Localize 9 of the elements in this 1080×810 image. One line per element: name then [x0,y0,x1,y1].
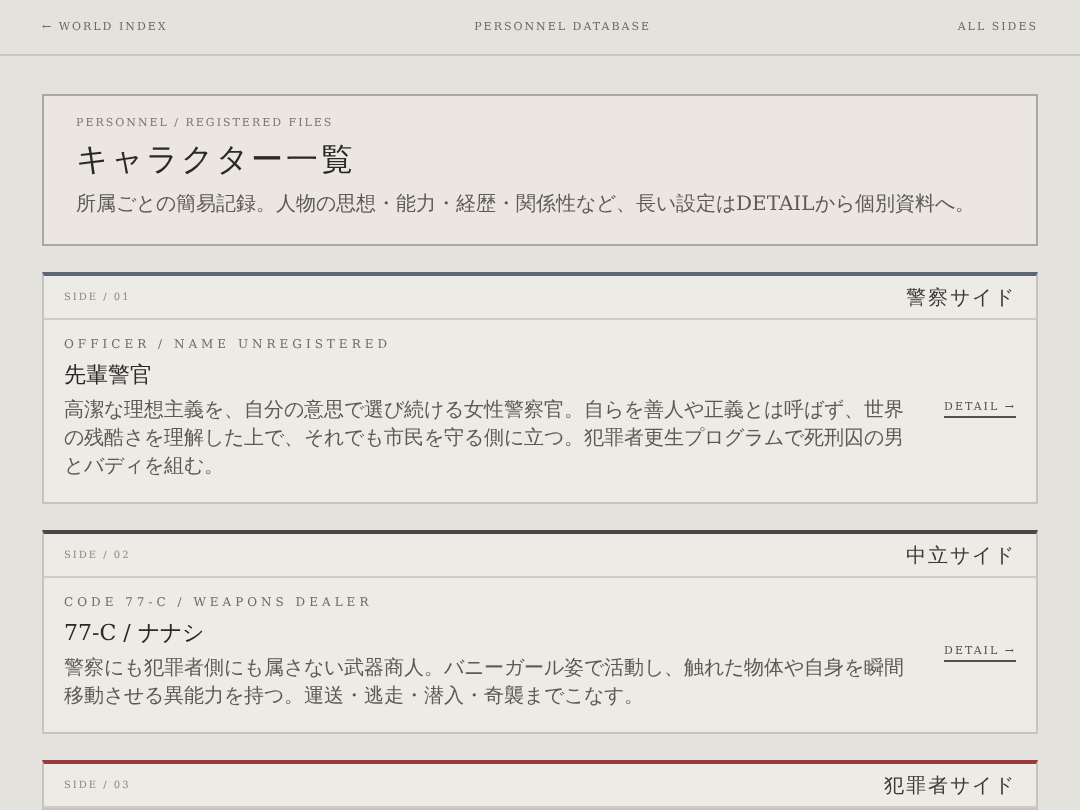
character-name: 77-C / ナナシ [64,618,206,648]
header-description: 所属ごとの簡易記録。人物の思想・能力・経歴・関係性など、長い設定はDETAILから個別資料へ。 [76,192,977,220]
character-description: 高潔な理想主義を、自分の意思で選び続ける女性警察官。自らを善人や正義とは呼ばず、世界の残酷さを理解した上で、それでも市民を守る側に立つ。犯罪者更生プログラムで死刑囚の男とバディを組む。 [64,398,906,482]
side-name: 中立サイド [906,543,1016,569]
character-description: 警察にも犯罪者側にも属さない武器商人。バニーガール姿で活動し、触れた物体や自身を瞬間移動させる異能力を持つ。運送・逃走・潜入・奇襲までこなす。 [64,656,906,712]
character-name: 先輩警官 [64,360,154,390]
side-name: 警察サイド [906,285,1016,311]
side-name: 犯罪者サイド [884,773,1016,799]
page-heading: キャラクター一覧 [76,140,358,182]
